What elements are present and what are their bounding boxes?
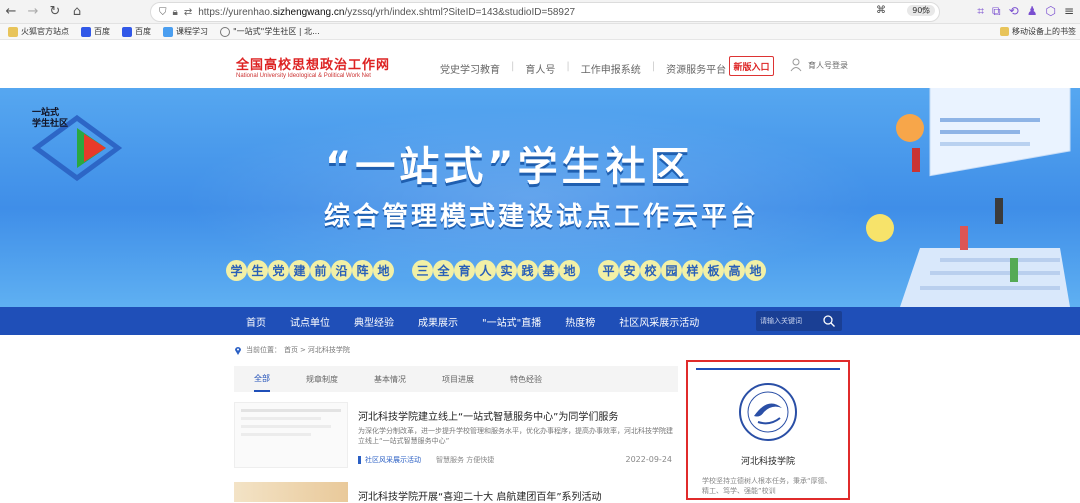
nav-item-achievements[interactable]: 成果展示	[418, 314, 458, 329]
hero-banner: 一站式 学生社区 “一站式”学生社区 综合管理模式建设试点工作云平台 学生党建前沿…	[0, 88, 1080, 307]
top-nav-item[interactable]: 育人号	[525, 61, 555, 76]
article-desc: 为深化学分制改革，进一步提升学校管理和服务水平，优化办事程序，提高办事效率，河北…	[358, 427, 673, 445]
breadcrumb-label: 当前位置：	[246, 346, 281, 354]
bookmarks-bar: 火狐官方站点 百度 百度 课程学习 "一站式"学生社区 | 北... 移动设备上…	[0, 24, 1080, 40]
article-keywords: 智慧服务 方便快捷	[436, 456, 495, 464]
crop-icon[interactable]: ⌗	[977, 4, 984, 19]
address-bar[interactable]: ⛉ 🔒︎ ⇄ https://yurenhao.sizhengwang.cn/y…	[150, 2, 940, 22]
bookmark-item[interactable]: 火狐官方站点	[8, 26, 69, 37]
tab-all[interactable]: 全部	[254, 366, 270, 392]
tag-bar-icon	[358, 456, 361, 464]
browser-toolbar: ← → ↻ ⌂ ⛉ 🔒︎ ⇄ https://yurenhao.sizhengw…	[0, 0, 1080, 24]
login-label: 育人号登录	[808, 60, 848, 70]
article-thumbnail[interactable]	[234, 482, 348, 502]
breadcrumb-current: 河北科技学院	[307, 346, 350, 354]
slogan-3: 平安校园样板高地	[598, 260, 766, 281]
search-box	[756, 311, 842, 331]
url-text: https://yurenhao.sizhengwang.cn/yzssq/yr…	[198, 6, 576, 18]
slogan-2: 三全育人实践基地	[412, 260, 580, 281]
search-icon[interactable]	[822, 314, 836, 328]
top-nav-item[interactable]: 党史学习教育	[440, 61, 500, 76]
nav-item-live[interactable]: "一站式"直播	[482, 314, 541, 329]
school-card[interactable]: 河北科技学院 学校坚持立德树人根本任务，秉承“厚德、精工、笃学、强能”校训	[686, 360, 850, 500]
nav-item-pilot-units[interactable]: 试点单位	[290, 314, 330, 329]
article-item[interactable]: 河北科技学院建立线上“一站式智慧服务中心”为同学们服务 为深化学分制改革，进一步…	[234, 400, 678, 474]
bookmark-item[interactable]: 百度	[122, 26, 151, 37]
lock-icon: 🔒︎	[172, 6, 178, 18]
banner-illustration	[866, 88, 1071, 307]
location-icon	[235, 346, 241, 355]
school-desc: 学校坚持立德树人根本任务，秉承“厚德、精工、笃学、强能”校训	[702, 477, 832, 495]
baidu-icon	[122, 26, 132, 37]
logo-en: National University Ideological & Politi…	[236, 73, 371, 79]
banner-logo-text: 一站式 学生社区	[32, 108, 69, 129]
nav-item-hot[interactable]: 热度榜	[565, 314, 595, 329]
article-tag[interactable]: 社区风采展示活动	[358, 455, 421, 465]
back-icon[interactable]: ←	[0, 1, 22, 23]
new-version-button[interactable]: 新版入口	[729, 56, 774, 76]
forward-icon[interactable]: →	[22, 1, 44, 23]
bookmark-item[interactable]: 百度	[81, 26, 110, 37]
school-emblem-icon	[739, 383, 797, 441]
globe-icon	[220, 26, 230, 37]
content-tabs: 全部 规章制度 基本情况 项目进展 特色经验	[234, 366, 678, 392]
folder-icon	[1000, 27, 1009, 36]
bookmark-item[interactable]: 课程学习	[163, 26, 208, 37]
banner-subtitle: 综合管理模式建设试点工作云平台	[324, 202, 760, 232]
site-header: 全国高校思想政治工作网 National University Ideologi…	[0, 40, 1080, 88]
user-icon	[790, 58, 802, 72]
breadcrumb-sep: >	[300, 346, 306, 354]
tab-features[interactable]: 特色经验	[510, 366, 542, 392]
top-nav-item[interactable]: 工作申报系统	[581, 61, 641, 76]
reload-icon[interactable]: ↻	[44, 1, 66, 23]
course-icon	[163, 26, 173, 37]
extension-icon[interactable]: ⧉	[992, 4, 1001, 19]
tab-rules[interactable]: 规章制度	[306, 366, 338, 392]
baidu-icon	[81, 26, 91, 37]
nav-item-showcase[interactable]: 社区风采展示活动	[619, 314, 699, 329]
tab-basic-info[interactable]: 基本情况	[374, 366, 406, 392]
article-item[interactable]: 河北科技学院开展“喜迎二十大 启航建团百年”系列活动	[234, 482, 678, 503]
article-date: 2022-09-24	[625, 455, 673, 464]
banner-slogans: 学生党建前沿阵地 三全育人实践基地 平安校园样板高地	[226, 260, 766, 281]
main-nav: 首页 试点单位 典型经验 成果展示 "一站式"直播 热度榜 社区风采展示活动	[0, 307, 1080, 335]
tab-progress[interactable]: 项目进展	[442, 366, 474, 392]
breadcrumb-home[interactable]: 首页	[284, 345, 298, 355]
history-icon[interactable]: ⟲	[1009, 4, 1019, 19]
slogan-1: 学生党建前沿阵地	[226, 260, 394, 281]
shield-icon: ⛉	[159, 6, 167, 18]
banner-title: “一站式”学生社区	[325, 144, 694, 190]
school-name: 河北科技学院	[740, 457, 795, 467]
bookmark-item[interactable]: "一站式"学生社区 | 北...	[220, 26, 320, 37]
logo-cn: 全国高校思想政治工作网	[236, 58, 391, 73]
nav-item-experience[interactable]: 典型经验	[354, 314, 394, 329]
top-nav-item[interactable]: 资源服务平台	[666, 61, 726, 76]
folder-icon	[8, 26, 18, 37]
star-icon[interactable]: ☆	[920, 3, 931, 17]
search-input[interactable]	[756, 311, 820, 331]
nav-item-home[interactable]: 首页	[246, 314, 266, 329]
mobile-bookmarks[interactable]: 移动设备上的书签	[1000, 26, 1076, 37]
translate-icon[interactable]: ⌘	[876, 5, 886, 16]
breadcrumb: 当前位置： 首页 > 河北科技学院	[234, 345, 350, 355]
permissions-icon: ⇄	[183, 6, 193, 18]
article-title[interactable]: 河北科技学院建立线上“一站式智慧服务中心”为同学们服务	[358, 408, 618, 423]
menu-icon[interactable]: ≡	[1064, 4, 1074, 19]
home-icon[interactable]: ⌂	[66, 1, 88, 23]
puzzle-icon[interactable]: ⬡	[1045, 4, 1055, 19]
account-icon[interactable]: ♟	[1027, 4, 1038, 19]
article-thumbnail[interactable]	[234, 402, 348, 468]
top-nav: 党史学习教育 | 育人号 | 工作申报系统 | 资源服务平台	[440, 61, 727, 76]
site-logo[interactable]: 全国高校思想政治工作网 National University Ideologi…	[236, 54, 390, 79]
login-link[interactable]: 育人号登录	[790, 58, 848, 72]
